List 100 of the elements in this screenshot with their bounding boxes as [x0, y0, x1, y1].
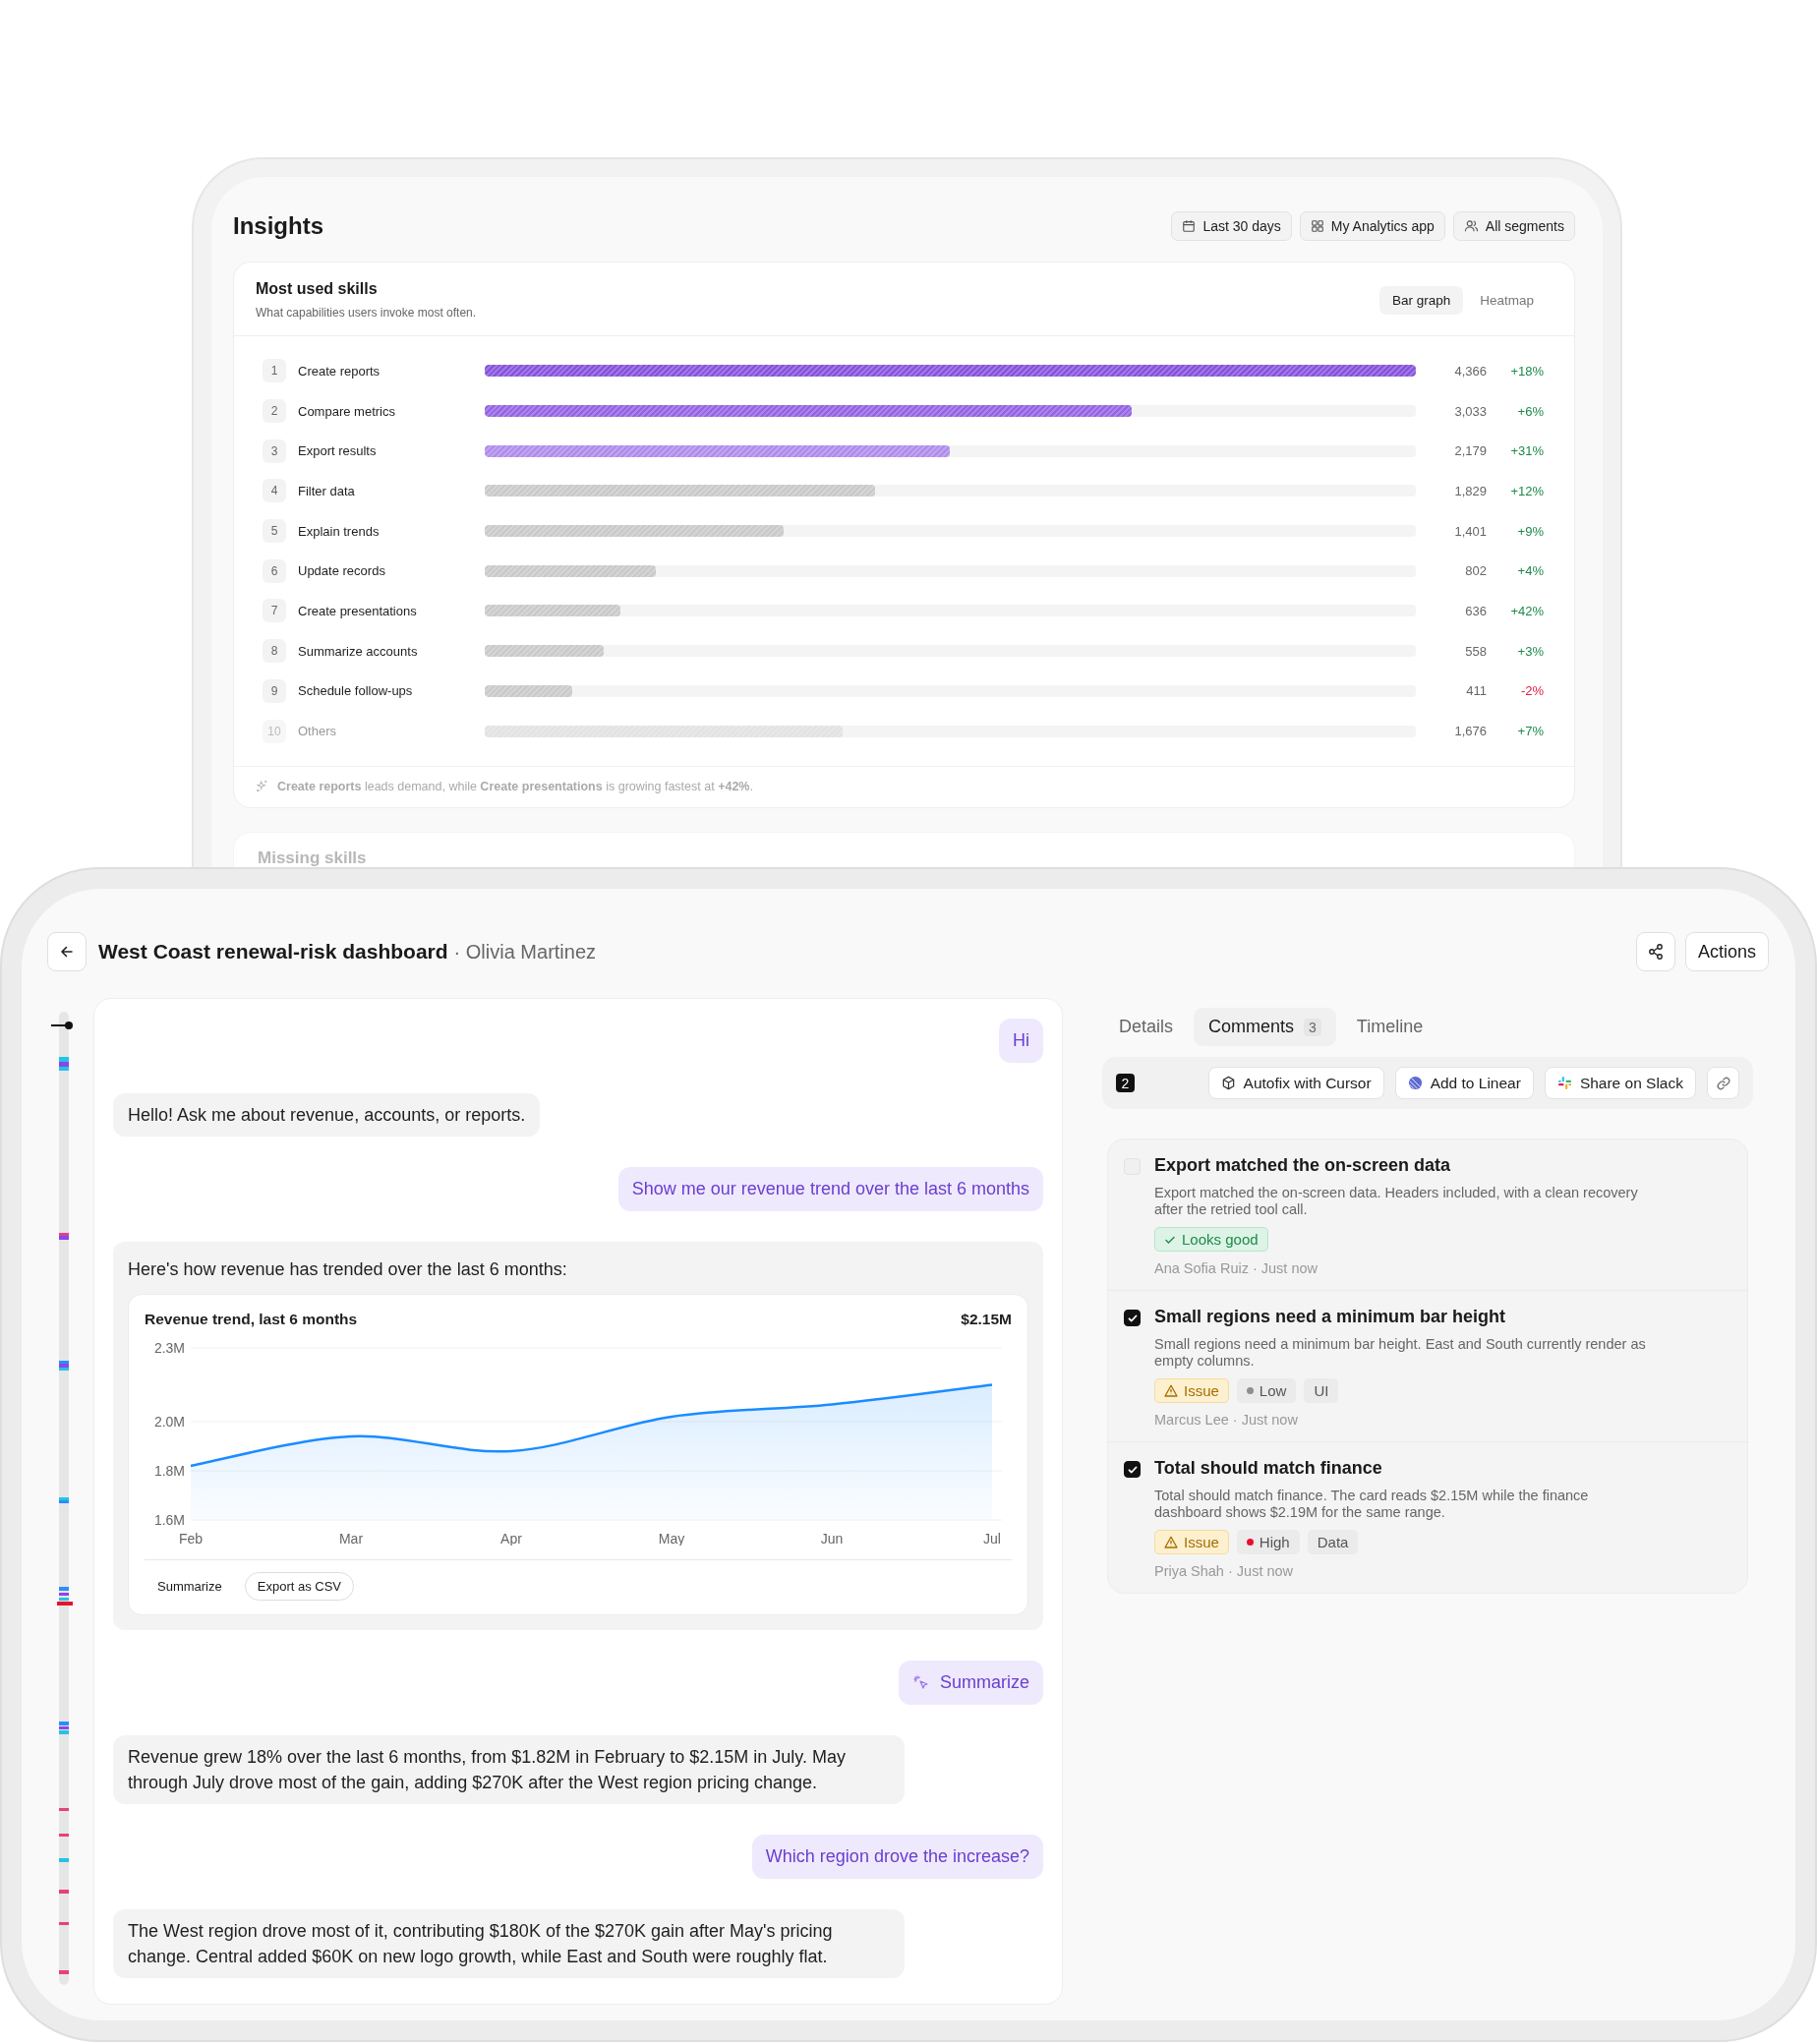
- rank-number: 10: [263, 719, 286, 743]
- tab[interactable]: Comments 3: [1194, 1008, 1336, 1046]
- card-title: Missing skills: [258, 847, 367, 867]
- share-button[interactable]: [1635, 932, 1675, 971]
- total-value: $2.15M: [961, 1310, 1012, 1329]
- summary-sentence: Create reports leads demand, while Create presentations is growing fastest at +42%.: [277, 779, 753, 793]
- assistant-message: The West region drove most of it, contributing $180K of the $270K gain after May's pricing change. Central added $60K on new logo growth, while East and South were roughly flat.: [113, 1909, 905, 1978]
- rank-number: 1: [263, 359, 286, 383]
- usage-count: 411: [1465, 683, 1487, 699]
- assistant-message: Revenue grew 18% over the last 6 months, from $1.82M in February to $2.15M in July. May through July drove most of the gain, adding $270K after the West region pricing change.: [113, 1735, 905, 1804]
- change-value: +31%: [1509, 443, 1544, 459]
- user-message: Show me our revenue trend over the last 6 months: [617, 1167, 1043, 1211]
- integration-button[interactable]: Add to Linear: [1394, 1067, 1534, 1099]
- striped-circle-icon: [1407, 1076, 1423, 1090]
- cube-icon: [1220, 1076, 1236, 1090]
- copy-link-button[interactable]: [1707, 1067, 1739, 1099]
- change-value: +7%: [1516, 724, 1544, 739]
- count-badge: 3: [1304, 1018, 1321, 1036]
- hash-logo-icon: [1556, 1076, 1572, 1090]
- status-tag: Issue: [1154, 1378, 1229, 1403]
- change-value: +4%: [1516, 563, 1544, 579]
- comment-text: Total should match finance. The card reads $2.15M while the finance dashboard shows $2.19M for the same range.: [1154, 1488, 1590, 1521]
- selection-count: 2: [1116, 1074, 1135, 1092]
- axis-label: Jul: [983, 1531, 1001, 1546]
- tab[interactable]: Details: [1104, 1008, 1189, 1046]
- checkbox[interactable]: [1124, 1310, 1141, 1326]
- sparkle-icon: [256, 780, 268, 793]
- comment-text: Export matched the on-screen data. Headers included, with a clean recovery after the retried tool call.: [1154, 1185, 1639, 1218]
- back-button[interactable]: [47, 932, 87, 971]
- warning-icon: [1164, 1384, 1178, 1397]
- link-icon: [1715, 1075, 1731, 1091]
- message-text: Summarize: [939, 1672, 1029, 1693]
- comment-meta: Marcus Lee · Just now: [1154, 1412, 1299, 1428]
- status-tag: Looks good: [1154, 1227, 1268, 1252]
- message-text: Here's how revenue has trended over the last 6 months:: [128, 1258, 568, 1281]
- view-tab[interactable]: Heatmap: [1467, 285, 1547, 315]
- usage-count: 558: [1464, 643, 1487, 659]
- change-value: +42%: [1509, 603, 1544, 618]
- comment-text: Small regions need a minimum bar height. East and South currently render as empty columns.: [1154, 1336, 1647, 1370]
- usage-count: 3,033: [1453, 403, 1487, 419]
- user-message: Which region drove the increase?: [751, 1835, 1043, 1879]
- page-title: Insights: [233, 212, 323, 240]
- page-title: West Coast renewal-risk dashboard: [98, 940, 448, 964]
- filter-button[interactable]: All segments: [1452, 211, 1575, 241]
- usage-count: 1,829: [1453, 483, 1487, 498]
- view-tab[interactable]: Bar graph: [1378, 285, 1464, 315]
- rank-number: 8: [263, 639, 286, 664]
- rank-number: 9: [263, 678, 286, 703]
- integration-button[interactable]: Share on Slack: [1544, 1067, 1696, 1099]
- axis-label: Jun: [820, 1531, 844, 1546]
- rank-number: 3: [263, 438, 286, 463]
- change-value: -2%: [1519, 683, 1544, 699]
- calendar-icon: [1182, 219, 1197, 233]
- change-value: +12%: [1509, 483, 1544, 498]
- skill-label: Schedule follow-ups: [298, 683, 414, 699]
- grid-icon: [1310, 219, 1324, 233]
- axis-label: May: [658, 1531, 685, 1546]
- skill-label: Update records: [298, 563, 386, 579]
- filter-button[interactable]: Last 30 days: [1171, 211, 1292, 241]
- skill-label: Create reports: [298, 363, 381, 379]
- skill-label: Others: [298, 724, 337, 739]
- axis-label: 2.0M: [153, 1414, 185, 1430]
- rank-number: 7: [263, 599, 286, 623]
- checkbox[interactable]: [1124, 1461, 1141, 1478]
- tab[interactable]: Timeline: [1341, 1008, 1438, 1046]
- card-subtitle: What capabilities users invoke most often.: [256, 306, 477, 320]
- usage-count: 636: [1464, 603, 1487, 618]
- skill-label: Export results: [298, 443, 378, 459]
- warning-icon: [1164, 1536, 1178, 1548]
- chart-action-button[interactable]: Summarize: [145, 1572, 235, 1601]
- change-value: +18%: [1509, 363, 1544, 379]
- card-title: Most used skills: [256, 280, 379, 298]
- change-value: +3%: [1516, 643, 1544, 659]
- integration-button[interactable]: Autofix with Cursor: [1207, 1067, 1384, 1099]
- category-tag: Data: [1307, 1530, 1359, 1554]
- rank-number: 4: [263, 479, 286, 503]
- status-tag: Issue: [1154, 1530, 1229, 1554]
- user-message: Hi: [999, 1019, 1043, 1063]
- skill-label: Compare metrics: [298, 403, 396, 419]
- change-value: +6%: [1516, 403, 1544, 419]
- priority-tag: Low: [1236, 1378, 1297, 1403]
- axis-label: Mar: [338, 1531, 364, 1546]
- axis-label: 1.6M: [153, 1512, 185, 1528]
- change-value: +9%: [1516, 523, 1544, 539]
- comment-title: Export matched the on-screen data: [1154, 1155, 1452, 1176]
- rank-number: 2: [263, 399, 286, 424]
- axis-label: 1.8M: [153, 1463, 185, 1479]
- users-icon: [1463, 219, 1479, 233]
- priority-tag: High: [1236, 1530, 1300, 1554]
- comment-meta: Priya Shah · Just now: [1154, 1563, 1295, 1579]
- usage-count: 1,401: [1453, 523, 1487, 539]
- comment-title: Total should match finance: [1154, 1458, 1383, 1479]
- rank-number: 6: [263, 558, 286, 583]
- skill-label: Explain trends: [298, 523, 381, 539]
- category-tag: UI: [1304, 1378, 1339, 1403]
- axis-label: 2.3M: [153, 1340, 185, 1356]
- actions-button[interactable]: Actions: [1684, 932, 1769, 971]
- usage-count: 4,366: [1453, 363, 1487, 379]
- axis-label: Feb: [178, 1531, 204, 1546]
- filter-button[interactable]: My Analytics app: [1299, 211, 1445, 241]
